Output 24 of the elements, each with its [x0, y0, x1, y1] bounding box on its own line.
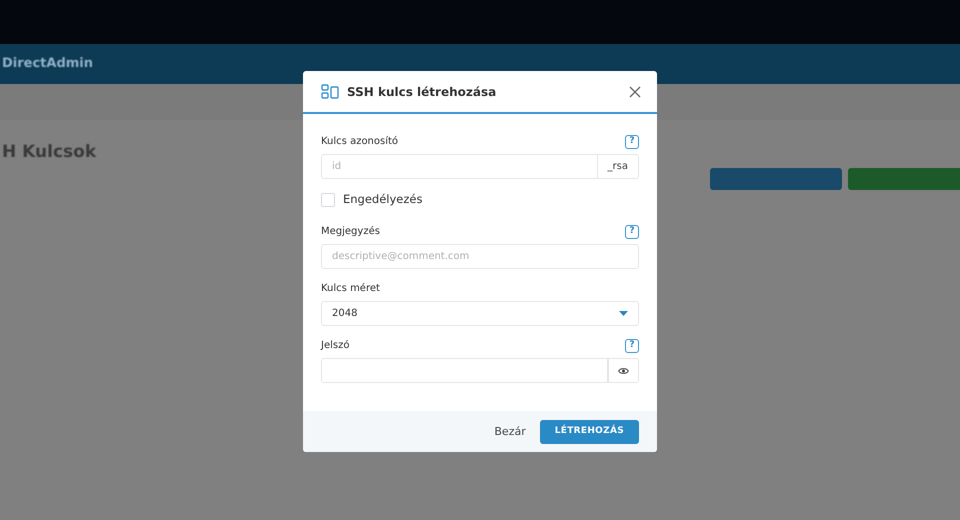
input-field[interactable]: id	[321, 154, 598, 179]
caret-icon	[619, 311, 628, 316]
logo-text: DirectAdmin	[2, 55, 94, 74]
key-panels-icon	[321, 84, 339, 99]
page-title: H Kulcsok	[2, 141, 96, 164]
eye-icon	[618, 366, 630, 375]
help-button[interactable]: ?	[625, 134, 639, 148]
field-label: Kulcs méret	[321, 282, 380, 296]
checkbox[interactable]	[321, 192, 335, 207]
dialog-title: SSH kulcs létrehozása	[347, 84, 498, 100]
input-addon: _rsa	[598, 154, 639, 179]
help-button[interactable]: ?	[625, 224, 639, 239]
field-label: Megjegyzés	[321, 225, 380, 240]
help-button[interactable]: ?	[625, 338, 639, 353]
field-label: Kulcs azonosító	[321, 135, 398, 149]
show-password-button[interactable]	[608, 358, 639, 384]
create-button[interactable]: LÉTREHOZÁS	[540, 420, 639, 444]
close-button[interactable]: Bezár	[494, 424, 526, 440]
select-field[interactable]: 2048	[321, 301, 639, 326]
password-field[interactable]	[321, 358, 608, 384]
input-field[interactable]: descriptive@comment.com	[321, 244, 639, 270]
field-label: Jelszó	[321, 339, 350, 354]
checkbox-label: Engedélyezés	[343, 191, 422, 208]
close-icon[interactable]	[629, 86, 641, 98]
